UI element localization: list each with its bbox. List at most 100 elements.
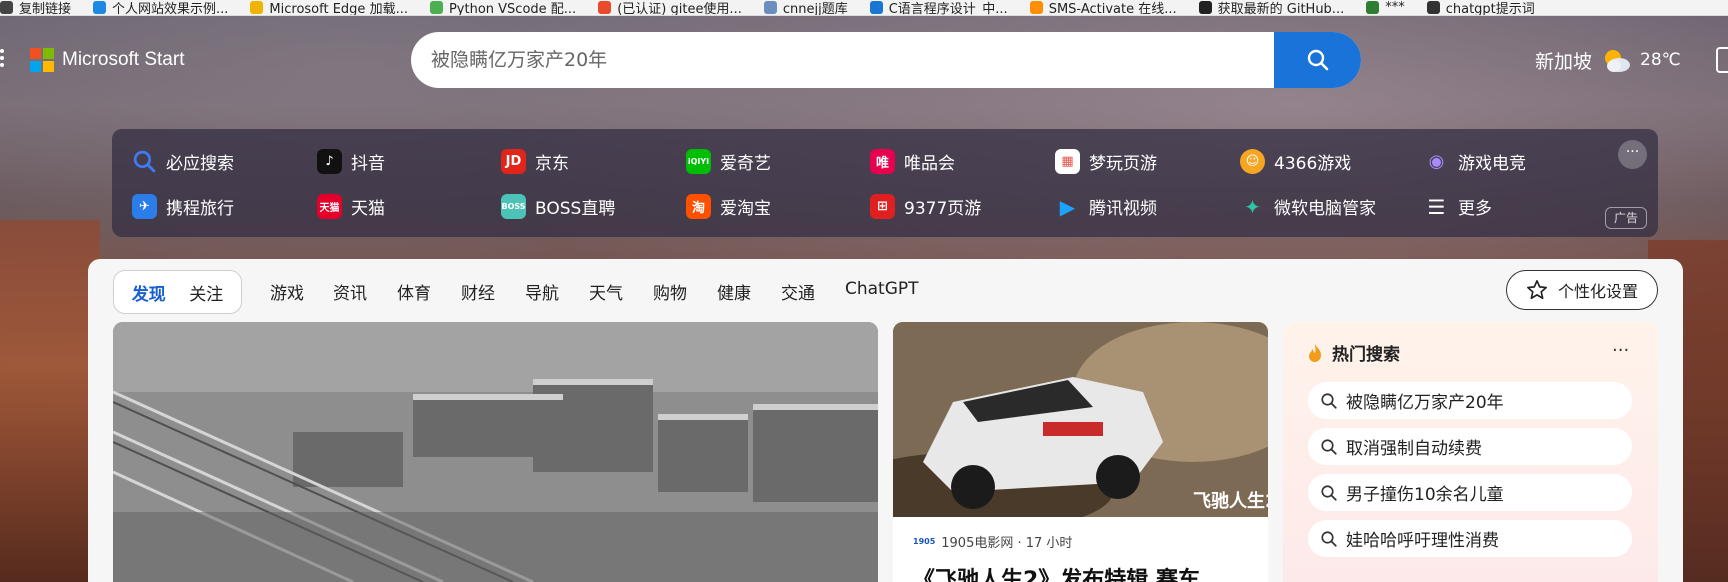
favorite-icon xyxy=(250,1,264,14)
profile-icon[interactable] xyxy=(1716,47,1728,73)
quick-link-4366[interactable]: ☺ 4366游戏 xyxy=(1240,149,1351,174)
weather-temperature: 28℃ xyxy=(1640,50,1681,70)
microsoft-logo-icon xyxy=(30,48,54,72)
tab-sports[interactable]: 体育 xyxy=(397,279,431,304)
favorite-icon xyxy=(869,1,883,14)
quick-links-more-button[interactable]: ··· xyxy=(1618,140,1647,169)
favorite-item[interactable]: *** xyxy=(1366,0,1405,15)
tencent-video-icon: ▶ xyxy=(1059,194,1076,219)
tab-weather[interactable]: 天气 xyxy=(589,279,623,304)
taobao-icon: 淘 xyxy=(686,194,711,219)
quick-link-boss[interactable]: BOSS BOSS直聘 xyxy=(501,194,615,219)
ad-badge: 广告 xyxy=(1605,207,1647,229)
esports-icon: ◉ xyxy=(1428,151,1445,172)
menu-icon: ☰ xyxy=(1427,194,1446,219)
trending-more-button[interactable]: ··· xyxy=(1612,340,1629,361)
pivot-following[interactable]: 关注 xyxy=(189,280,223,305)
ctrip-icon: ✈ xyxy=(132,194,157,219)
favorite-item[interactable]: chatgpt提示词 xyxy=(1426,0,1535,15)
star-settings-icon xyxy=(1526,280,1547,300)
favorite-icon xyxy=(1426,1,1440,14)
quick-link-mengwan[interactable]: ▦ 梦玩页游 xyxy=(1055,149,1157,174)
news-card-image: 飞驰人生2 xyxy=(893,322,1268,532)
favorite-item[interactable]: Microsoft Edge 加载... xyxy=(250,0,408,15)
quick-links-panel xyxy=(112,129,1658,237)
source-logo: 1905 xyxy=(913,537,936,546)
logo-text: Microsoft Start xyxy=(62,49,185,70)
favorite-icon xyxy=(1198,1,1212,14)
quick-link-tencent-video[interactable]: ▶ 腾讯视频 xyxy=(1055,194,1157,220)
favorite-item[interactable]: (已认证) gitee使用... xyxy=(598,0,742,15)
vip-icon: 唯 xyxy=(870,149,895,174)
search-icon xyxy=(133,150,156,173)
boss-icon: BOSS xyxy=(501,194,526,219)
search-icon xyxy=(1321,484,1337,501)
news-card[interactable]: 飞驰人生2 1905 1905电影网 · 17 小时 《飞驰人生2》发布特辑 赛… xyxy=(893,322,1268,582)
quick-link-jd[interactable]: JD 京东 xyxy=(501,149,569,174)
game9377-icon: ⊞ xyxy=(870,194,895,219)
search-icon xyxy=(1321,438,1337,455)
svg-text:飞驰人生2: 飞驰人生2 xyxy=(1193,490,1268,512)
weather-widget[interactable]: 新加坡 28℃ xyxy=(1535,46,1681,74)
trending-title: 热门搜索 xyxy=(1306,340,1400,365)
quick-link-taobao[interactable]: 淘 爱淘宝 xyxy=(686,194,771,219)
news-headline[interactable]: 《飞驰人生2》发布特辑 赛车 xyxy=(913,562,1200,582)
iqiyi-icon: iQIYI xyxy=(686,149,711,174)
trending-item[interactable]: 取消强制自动续费 xyxy=(1308,428,1632,465)
quick-link-douyin[interactable]: ♪ 抖音 xyxy=(317,149,385,174)
hero-news-card[interactable] xyxy=(113,322,878,582)
tab-shopping[interactable]: 购物 xyxy=(653,279,687,304)
trending-item[interactable]: 被隐瞒亿万家产20年 xyxy=(1308,382,1632,419)
app-launcher-icon[interactable] xyxy=(0,47,8,71)
flame-icon xyxy=(1309,343,1321,362)
personalize-button[interactable]: 个性化设置 xyxy=(1506,270,1658,310)
quick-link-more[interactable]: ☰ 更多 xyxy=(1424,194,1492,220)
pivot-discover[interactable]: 发现 xyxy=(132,280,166,305)
rally-car-image: 飞驰人生2 xyxy=(893,322,1268,532)
microsoft-start-logo[interactable]: Microsoft Start xyxy=(30,48,184,72)
favorite-icon xyxy=(429,1,443,14)
quick-link-pc-manager[interactable]: ✦ 微软电脑管家 xyxy=(1240,194,1376,220)
favorite-item[interactable]: SMS-Activate 在线... xyxy=(1029,0,1177,15)
quick-link-iqiyi[interactable]: iQIYI 爱奇艺 xyxy=(686,149,771,174)
tab-chatgpt[interactable]: ChatGPT xyxy=(845,279,919,299)
quick-link-bing-search[interactable]: 必应搜索 xyxy=(132,149,234,174)
favorite-icon xyxy=(93,1,107,14)
tab-traffic[interactable]: 交通 xyxy=(781,279,815,304)
pc-manager-icon: ✦ xyxy=(1244,194,1261,219)
favorite-item[interactable]: 复制链接 xyxy=(0,0,71,15)
background-rock-left xyxy=(0,220,100,582)
quick-link-vip[interactable]: 唯 唯品会 xyxy=(870,149,955,174)
favorite-item[interactable]: cnnejj题库 xyxy=(763,0,848,15)
search-icon xyxy=(1321,392,1337,409)
source-text: 1905电影网 · 17 小时 xyxy=(941,536,1073,551)
quick-link-ctrip[interactable]: ✈ 携程旅行 xyxy=(132,194,234,219)
favorite-icon xyxy=(763,1,777,14)
trending-item[interactable]: 男子撞伤10余名儿童 xyxy=(1308,474,1632,511)
quick-link-esports[interactable]: ◉ 游戏电竞 xyxy=(1424,149,1526,174)
favorites-bar: 复制链接 个人网站效果示例... Microsoft Edge 加载... Py… xyxy=(0,0,1728,16)
partly-cloudy-icon xyxy=(1605,50,1631,72)
quick-link-9377[interactable]: ⊞ 9377页游 xyxy=(870,194,981,219)
favorite-item[interactable]: 获取最新的 GitHub... xyxy=(1198,0,1344,15)
jd-icon: JD xyxy=(501,149,526,174)
search-button[interactable] xyxy=(1274,32,1361,88)
hero-image xyxy=(113,322,878,582)
tab-games[interactable]: 游戏 xyxy=(270,279,304,304)
weather-city: 新加坡 xyxy=(1535,50,1593,73)
trending-item[interactable]: 娃哈哈呼吁理性消费 xyxy=(1308,520,1632,557)
tab-finance[interactable]: 财经 xyxy=(461,279,495,304)
search-input[interactable] xyxy=(411,32,1274,88)
tab-news[interactable]: 资讯 xyxy=(333,279,367,304)
favorite-icon xyxy=(598,1,612,14)
favorite-item[interactable]: 个人网站效果示例... xyxy=(93,0,228,15)
tab-health[interactable]: 健康 xyxy=(717,279,751,304)
search-icon xyxy=(1321,530,1337,547)
quick-link-tmall[interactable]: 天猫 天猫 xyxy=(317,194,385,219)
game4366-icon: ☺ xyxy=(1240,149,1265,174)
tab-navigation[interactable]: 导航 xyxy=(525,279,559,304)
favorite-item[interactable]: C语言程序设计_中... xyxy=(869,0,1008,15)
douyin-icon: ♪ xyxy=(317,149,342,174)
feed-pivot: 发现 关注 xyxy=(113,270,242,314)
favorite-item[interactable]: Python VScode 配... xyxy=(429,0,576,15)
